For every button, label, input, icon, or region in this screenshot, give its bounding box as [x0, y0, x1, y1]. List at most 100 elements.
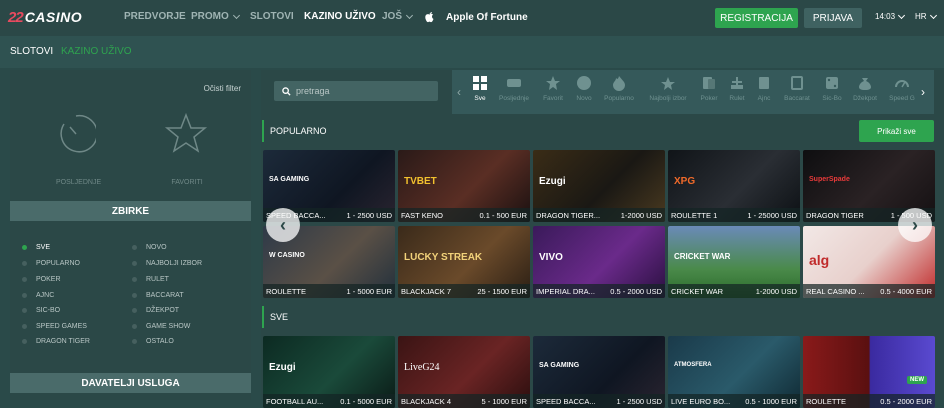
collection-new[interactable]: NOVO	[132, 244, 167, 251]
category-recent[interactable]: Posljednje	[492, 75, 536, 102]
game-card[interactable]: SA GAMING SPEED BACCA... 1 - 2500 USD	[533, 336, 665, 408]
baccarat-card-icon	[791, 76, 803, 90]
login-button[interactable]: PRIJAVA	[804, 8, 862, 28]
game-name: DRAGON TIGER	[806, 210, 864, 220]
game-card[interactable]: NEW ROULETTE 0.5 - 2000 EUR	[803, 336, 935, 408]
game-limit: 0.1 - 5000 EUR	[340, 396, 392, 406]
time-selector[interactable]: 14:03	[875, 11, 906, 21]
collection-game-show[interactable]: GAME SHOW	[132, 323, 190, 330]
game-name: FOOTBALL AU...	[266, 396, 324, 406]
game-card[interactable]: ATMOSFERA LIVE EURO BO... 0.5 - 1000 EUR	[668, 336, 800, 408]
game-name: BLACKJACK 4	[401, 396, 452, 406]
collection-poker[interactable]: POKER	[22, 276, 61, 283]
provider-brand: ATMOSFERA	[674, 362, 712, 368]
collection-label: NOVO	[146, 244, 167, 251]
star-icon	[546, 76, 560, 90]
nav-slots[interactable]: SLOTOVI	[250, 11, 294, 22]
slider-prev-button[interactable]: ‹	[266, 208, 300, 242]
game-info-bar: IMPERIAL DRA... 0.5 - 2000 USD	[533, 284, 665, 298]
show-all-button[interactable]: Prikaži sve	[859, 120, 934, 142]
collection-all[interactable]: SVE	[22, 244, 50, 251]
game-card[interactable]: Ezugi DRAGON TIGER... 1-2000 USD	[533, 150, 665, 222]
logo-text: CASINO	[24, 9, 83, 25]
nav-more[interactable]: JOŠ	[382, 11, 414, 22]
subnav-slots[interactable]: SLOTOVI	[10, 46, 53, 57]
featured-game-link[interactable]: Apple Of Fortune	[446, 12, 528, 23]
game-card[interactable]: XPG ROULETTE 1 1 - 25000 USD	[668, 150, 800, 222]
collection-dragon-tiger[interactable]: DRAGON TIGER	[22, 338, 90, 345]
radio-dot	[132, 293, 137, 298]
provider-brand: VIVO	[539, 252, 563, 263]
game-name: ROULETTE	[266, 286, 307, 296]
game-card[interactable]: CRICKET WAR CRICKET WAR 1-2000 USD	[668, 226, 800, 298]
radio-dot	[22, 308, 27, 313]
sub-navigation	[0, 36, 944, 68]
provider-brand: LiveG24	[404, 362, 440, 373]
category-label: Posljednje	[499, 95, 529, 102]
game-limit: 0.5 - 2000 EUR	[880, 396, 932, 406]
section-all-title: SVE	[262, 306, 442, 328]
radio-dot	[22, 277, 27, 282]
game-limit: 1 - 25000 USD	[747, 210, 797, 220]
nav-promo[interactable]: PROMO	[191, 11, 240, 22]
game-limit: 1-2000 USD	[755, 286, 797, 296]
category-best-choice[interactable]: Najbolji izbor	[646, 75, 690, 102]
game-card[interactable]: VIVO IMPERIAL DRA... 0.5 - 2000 USD	[533, 226, 665, 298]
clear-filter-link[interactable]: Očisti filter	[204, 84, 241, 93]
game-name: IMPERIAL DRA...	[536, 286, 595, 296]
game-info-bar: CRICKET WAR 1-2000 USD	[668, 284, 800, 298]
collection-sicbo[interactable]: SIC-BO	[22, 307, 60, 314]
game-card[interactable]: TVBET FAST KENO 0.1 - 500 EUR	[398, 150, 530, 222]
speedometer-icon	[895, 80, 909, 88]
collection-popular[interactable]: POPULARNO	[22, 260, 80, 267]
collections-header: ZBIRKE	[10, 201, 251, 221]
collection-roulette[interactable]: RULET	[132, 276, 169, 283]
sparkle-star-icon	[661, 77, 675, 90]
category-label: Ajnc	[757, 95, 771, 102]
collection-other[interactable]: OSTALO	[132, 338, 174, 345]
game-info-bar: DRAGON TIGER... 1-2000 USD	[533, 208, 665, 222]
recent-clock-icon[interactable]	[56, 112, 96, 154]
nav-lobby-label: PREDVORJE	[124, 11, 186, 22]
game-limit: 0.5 - 4000 EUR	[880, 286, 932, 296]
filter-sidebar: Očisti filter POSLJEDNJE FAVORITI ZBIRKE…	[10, 70, 251, 400]
collection-baccarat[interactable]: BACCARAT	[132, 292, 184, 299]
radio-dot	[132, 324, 137, 329]
provider-brand: Ezugi	[269, 362, 296, 373]
game-card[interactable]: Ezugi FOOTBALL AU... 0.1 - 5000 EUR	[263, 336, 395, 408]
category-label: Sic-Bo	[822, 95, 842, 102]
game-info-bar: FOOTBALL AU... 0.1 - 5000 EUR	[263, 394, 395, 408]
register-button[interactable]: REGISTRACIJA	[715, 8, 798, 28]
radio-dot	[22, 339, 27, 344]
section-popular-title: POPULARNO	[262, 120, 442, 142]
game-info-bar: ROULETTE 1 - 5000 EUR	[263, 284, 395, 298]
game-card[interactable]: LUCKY STREAK BLACKJACK 7 25 - 1500 EUR	[398, 226, 530, 298]
subnav-live-casino[interactable]: KAZINO UŽIVO	[61, 46, 132, 57]
category-label: Novo	[576, 95, 592, 102]
collection-jackpot[interactable]: DŽEKPOT	[132, 307, 179, 314]
game-info-bar: SPEED BACCA... 1 - 2500 USD	[533, 394, 665, 408]
providers-header[interactable]: DAVATELJI USLUGA	[10, 373, 251, 393]
badge-icon	[577, 76, 591, 90]
provider-brand: Ezugi	[539, 176, 566, 187]
game-info-bar: ROULETTE 0.5 - 2000 EUR	[803, 394, 935, 408]
apple-icon[interactable]	[424, 11, 435, 23]
language-selector[interactable]: HR	[915, 11, 937, 21]
logo[interactable]: 22 CASINO	[8, 7, 98, 27]
collection-label: RULET	[146, 276, 169, 283]
category-popular[interactable]: Popularno	[597, 75, 641, 102]
collection-blackjack[interactable]: AJNC	[22, 292, 54, 299]
search-input[interactable]	[296, 86, 436, 96]
search-box[interactable]	[274, 81, 438, 101]
nav-live-casino[interactable]: KAZINO UŽIVO	[304, 11, 376, 22]
provider-brand: W CASINO	[269, 252, 305, 259]
category-speed-games[interactable]: Speed G	[880, 75, 924, 102]
nav-lobby[interactable]: PREDVORJE	[124, 11, 186, 22]
game-card[interactable]: LiveG24 BLACKJACK 4 5 - 1000 EUR	[398, 336, 530, 408]
collection-speed-games[interactable]: SPEED GAMES	[22, 323, 87, 330]
slider-next-button[interactable]: ›	[898, 208, 932, 242]
favorites-star-icon[interactable]	[164, 112, 208, 154]
collection-best-choice[interactable]: NAJBOLJI IZBOR	[132, 260, 202, 267]
category-label: Baccarat	[784, 95, 810, 102]
provider-brand: CRICKET WAR	[674, 252, 731, 261]
